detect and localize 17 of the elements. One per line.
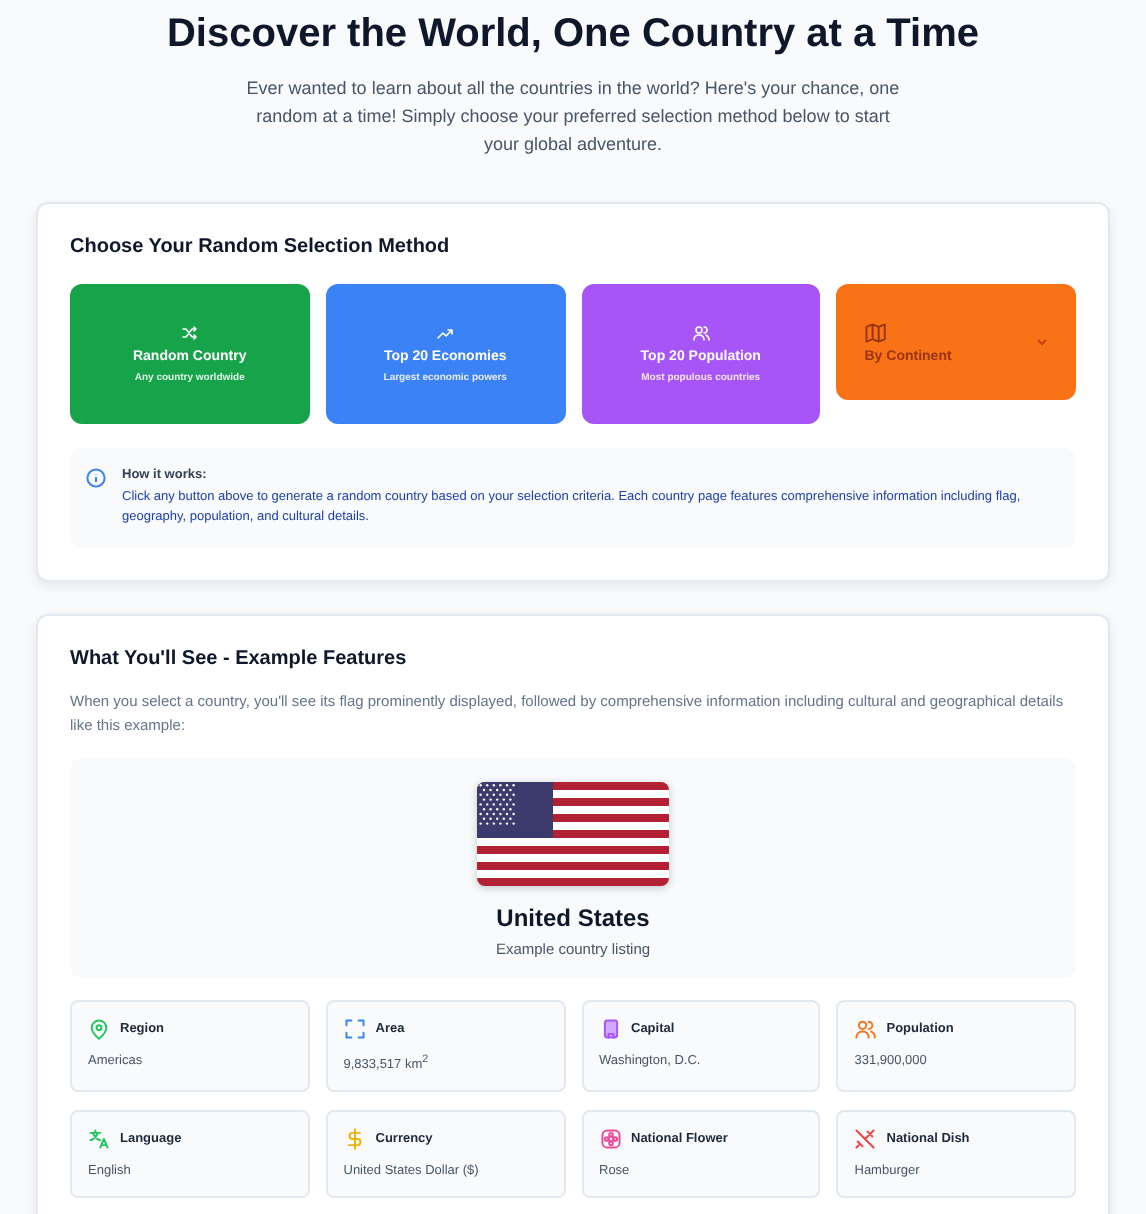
dollar-icon <box>343 1128 366 1151</box>
translate-icon <box>88 1128 110 1151</box>
map-icon <box>864 321 887 343</box>
users-icon <box>854 1018 877 1040</box>
caret-icon <box>1036 336 1048 348</box>
users-icon <box>691 324 710 342</box>
shuffle-icon <box>180 324 199 342</box>
country-name: United States <box>496 904 650 932</box>
intro-text: Ever wanted to learn about all the countries in the world? Here's your chance, one random at a time! Simply choose your preferred selection method below to start your global adventure. <box>244 76 902 158</box>
section-title: What You'll See - Example Features <box>70 648 409 670</box>
flower-icon <box>599 1128 621 1151</box>
page-title: Discover the World, One Country at a Time <box>164 12 981 58</box>
trend-icon <box>436 324 455 342</box>
info-icon <box>86 468 106 488</box>
location-pin-icon <box>88 1018 110 1040</box>
section-title: Choose Your Random Selection Method <box>70 236 452 258</box>
frame-icon <box>343 1018 366 1040</box>
